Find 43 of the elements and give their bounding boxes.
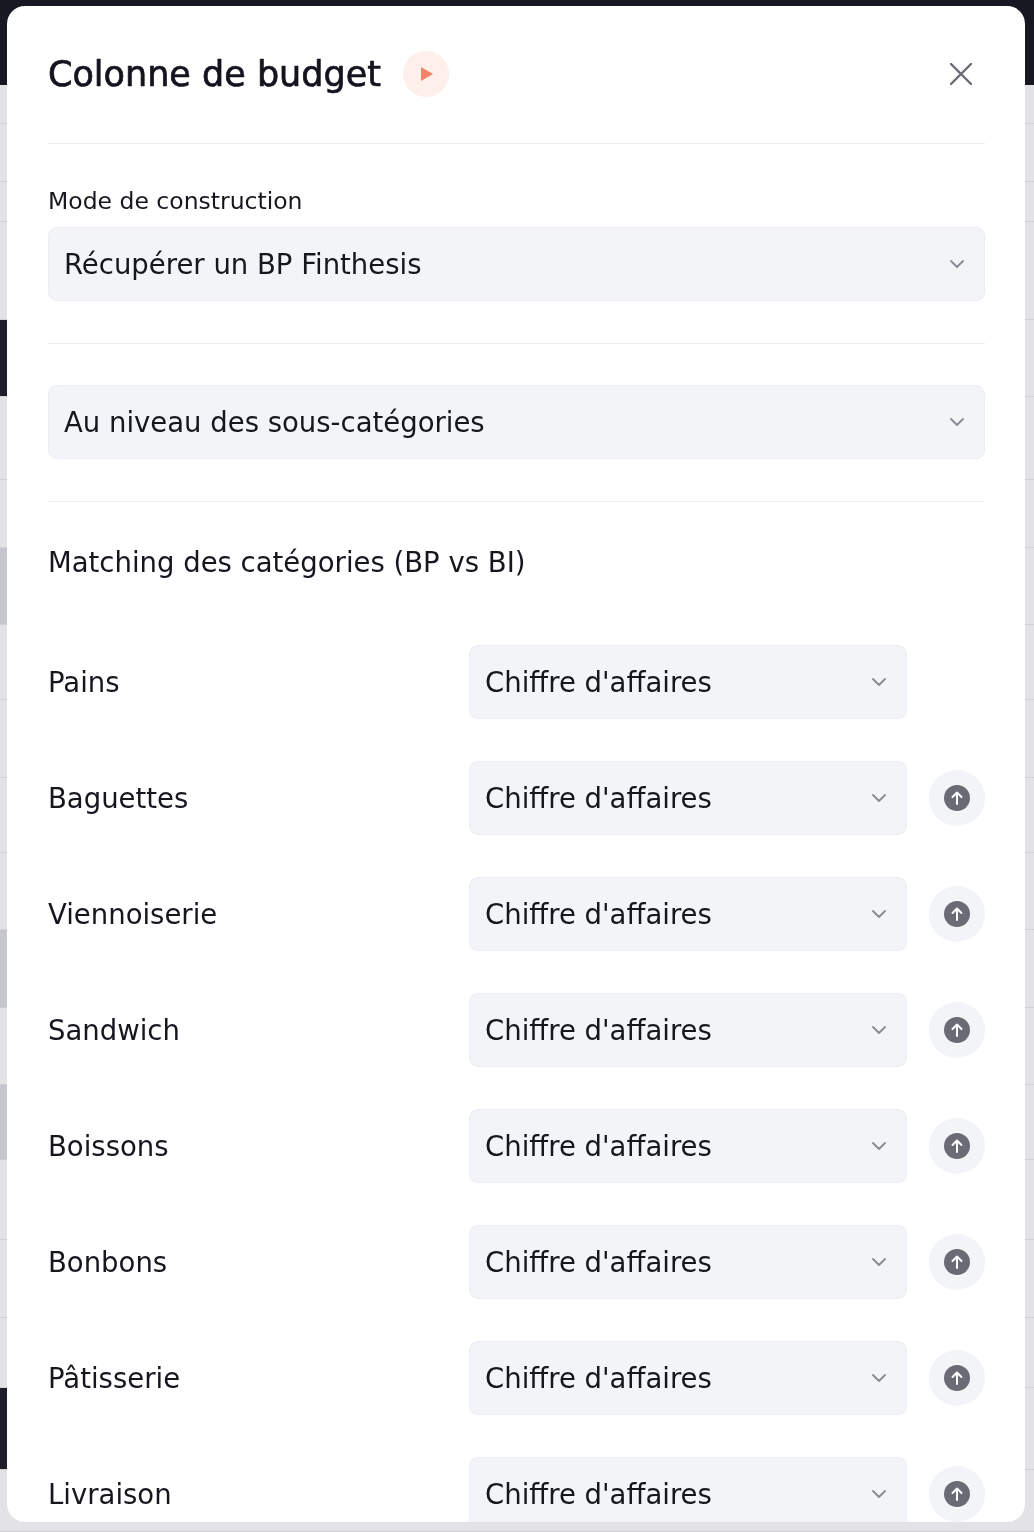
arrow-up-circle-icon	[944, 1017, 970, 1043]
arrow-up-circle-icon	[944, 1249, 970, 1275]
field-label: Mode de construction	[48, 187, 303, 215]
chevron-down-icon	[872, 1374, 886, 1382]
category-label: Pains	[48, 665, 120, 699]
chevron-down-icon	[872, 794, 886, 802]
category-label: Viennoiserie	[48, 897, 218, 931]
play-icon	[421, 67, 434, 81]
arrow-up-circle-icon	[944, 901, 970, 927]
dropdown[interactable]: Chiffre d'affaires	[469, 761, 907, 835]
chevron-down-icon	[872, 678, 886, 686]
chevron-down-icon	[950, 418, 964, 426]
category-label: Bonbons	[48, 1245, 168, 1279]
arrow-up-circle-icon	[944, 1133, 970, 1159]
arrow-up-circle-icon	[944, 1481, 970, 1507]
dropdown[interactable]: Chiffre d'affaires	[469, 1457, 907, 1522]
dropdown[interactable]: Chiffre d'affaires	[469, 877, 907, 951]
category-label: Sandwich	[48, 1013, 180, 1047]
dialog-title: Colonne de budget	[48, 53, 381, 96]
close-icon	[950, 63, 972, 85]
dropdown[interactable]: Chiffre d'affaires	[469, 1225, 907, 1299]
category-label: Livraison	[48, 1477, 172, 1511]
arrow-up-circle-icon	[944, 785, 970, 811]
arrow-up-circle-icon	[944, 1365, 970, 1391]
chevron-down-icon	[872, 1490, 886, 1498]
dropdown[interactable]: Chiffre d'affaires	[469, 1109, 907, 1183]
chevron-down-icon	[872, 1026, 886, 1034]
chevron-down-icon	[872, 910, 886, 918]
dropdown[interactable]: Chiffre d'affaires	[469, 645, 907, 719]
dropdown[interactable]: Au niveau des sous-catégories	[48, 385, 985, 459]
category-label: Pâtisserie	[48, 1361, 181, 1395]
dropdown[interactable]: Chiffre d'affaires	[469, 993, 907, 1067]
close-button[interactable]	[950, 63, 972, 85]
category-label: Boissons	[48, 1129, 169, 1163]
dropdown[interactable]: Chiffre d'affaires	[469, 1341, 907, 1415]
category-label: Baguettes	[48, 781, 189, 815]
play-button[interactable]	[403, 51, 449, 97]
chevron-down-icon	[872, 1258, 886, 1266]
chevron-down-icon	[950, 260, 964, 268]
move-up-button[interactable]	[929, 1002, 985, 1058]
section-title: Matching des catégories (BP vs BI)	[48, 545, 526, 580]
dropdown[interactable]: Récupérer un BP Finthesis	[48, 227, 985, 301]
chevron-down-icon	[872, 1142, 886, 1150]
